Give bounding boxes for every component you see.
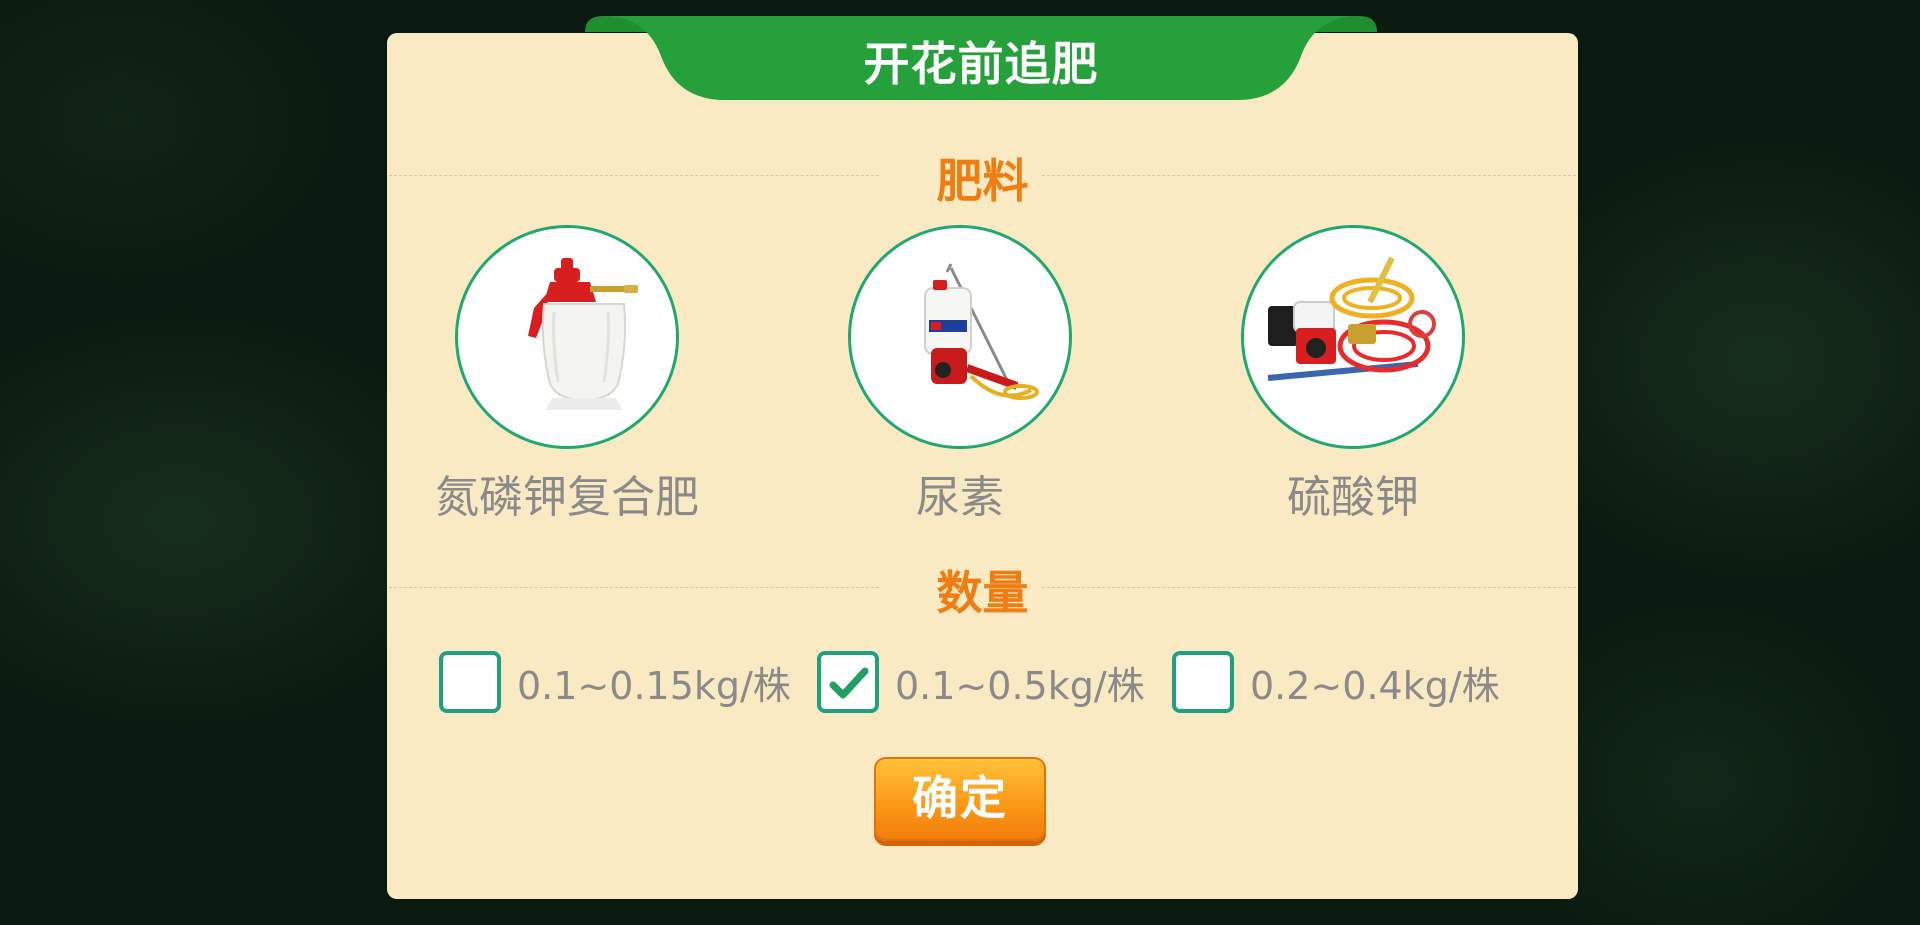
fertilizer-section-header: 肥料	[387, 145, 1578, 208]
fertilizer-section-title: 肥料	[936, 154, 1029, 208]
quantity-label: 0.1~0.5kg/株	[895, 663, 1145, 708]
fertilizer-option-potassium-sulfate[interactable]: 硫酸钾	[1203, 225, 1503, 525]
quantity-option-3[interactable]: 0.2~0.4kg/株	[1172, 649, 1500, 715]
quantity-option-2[interactable]: 0.1~0.5kg/株	[817, 649, 1145, 715]
fertilizer-label: 硫酸钾	[1287, 472, 1419, 523]
fertilizer-option-compound[interactable]: 氮磷钾复合肥	[417, 225, 717, 525]
backpack-sprayer-icon	[924, 263, 1039, 400]
quantity-checkbox[interactable]	[439, 651, 501, 713]
checkmark-icon	[829, 667, 869, 699]
hand-pump-sprayer-icon	[528, 258, 638, 410]
engine-power-sprayer-icon	[1267, 256, 1436, 381]
confirm-button[interactable]: 确定	[874, 757, 1046, 841]
quantity-checkbox-checked[interactable]	[817, 651, 879, 713]
dialog-title: 开花前追肥	[863, 37, 1099, 91]
fertilizer-label: 尿素	[916, 472, 1004, 523]
fertilizer-option-urea[interactable]: 尿素	[810, 225, 1110, 525]
quantity-section-title: 数量	[936, 566, 1029, 620]
quantity-label: 0.1~0.15kg/株	[517, 663, 791, 708]
fertilizer-image-circle[interactable]	[455, 225, 679, 449]
quantity-checkbox[interactable]	[1172, 651, 1234, 713]
quantity-option-1[interactable]: 0.1~0.15kg/株	[439, 649, 791, 715]
fertilizer-image-circle[interactable]	[848, 225, 1072, 449]
fertilizer-label: 氮磷钾复合肥	[435, 472, 699, 523]
title-banner: 开花前追肥	[585, 14, 1377, 110]
quantity-label: 0.2~0.4kg/株	[1250, 663, 1500, 708]
quantity-section-header: 数量	[387, 557, 1578, 620]
fertilizer-image-circle[interactable]	[1241, 225, 1465, 449]
